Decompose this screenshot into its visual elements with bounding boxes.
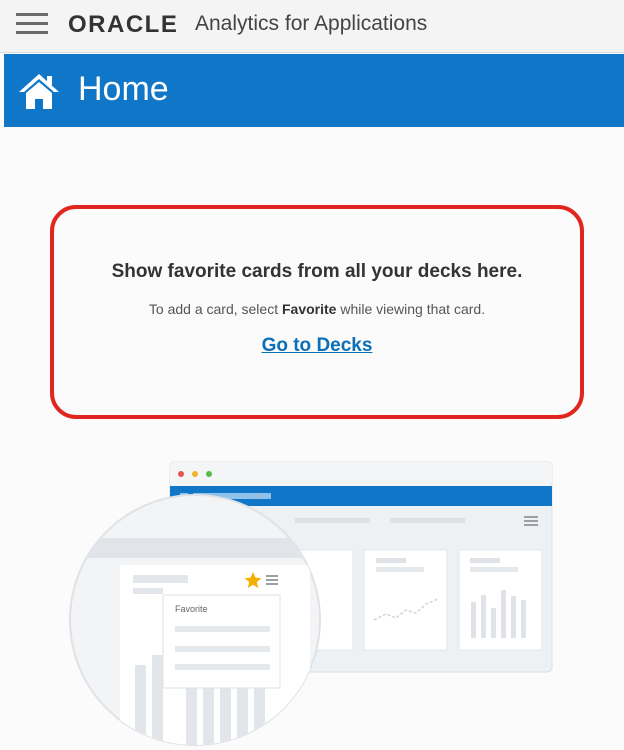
desc-suffix: while viewing that card. bbox=[336, 301, 486, 317]
desc-prefix: To add a card, select bbox=[148, 301, 282, 317]
window-close-dot bbox=[178, 471, 184, 477]
window-min-dot bbox=[192, 471, 198, 477]
favorites-illustration: Favorite bbox=[69, 461, 553, 746]
go-to-decks-link[interactable]: Go to Decks bbox=[54, 335, 580, 357]
top-bar: ORACLE Analytics for Applications bbox=[0, 0, 624, 53]
hamburger-menu-icon[interactable] bbox=[16, 13, 48, 35]
page-header: Home bbox=[4, 54, 624, 127]
page-title: Home bbox=[78, 70, 169, 108]
favorites-empty-state: Show favorite cards from all your decks … bbox=[50, 205, 584, 419]
empty-state-title: Show favorite cards from all your decks … bbox=[111, 261, 523, 282]
oracle-logo: ORACLE bbox=[68, 11, 179, 38]
empty-state-description: To add a card, select Favorite while vie… bbox=[54, 301, 580, 317]
home-icon bbox=[19, 74, 59, 109]
app-name: Analytics for Applications bbox=[195, 12, 428, 35]
favorite-card-label: Favorite bbox=[175, 604, 208, 614]
desc-favorite-keyword: Favorite bbox=[281, 301, 337, 317]
window-max-dot bbox=[206, 471, 212, 477]
